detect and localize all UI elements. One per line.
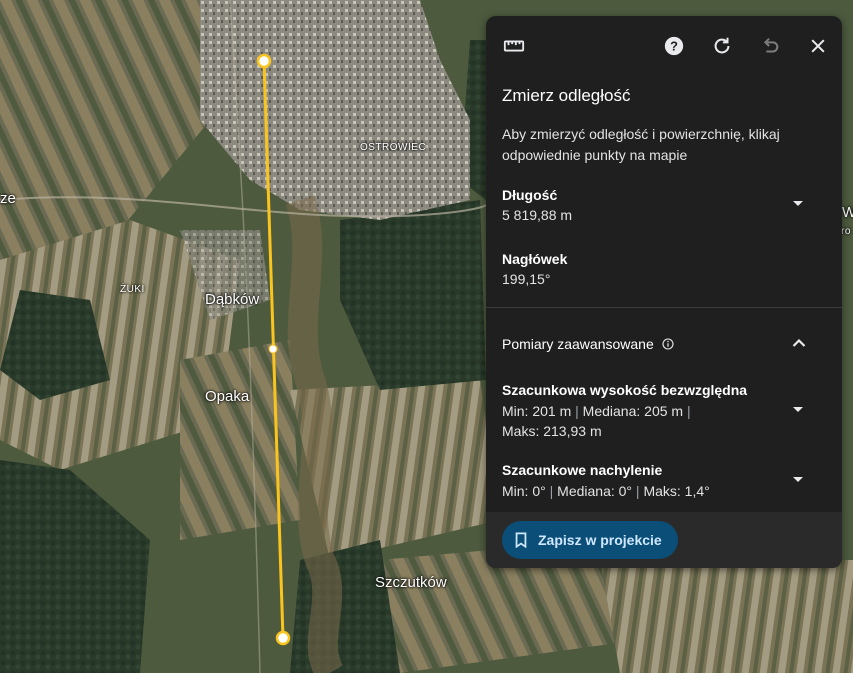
save-to-project-label: Zapisz w projekcie — [538, 532, 662, 548]
map-label-szczutkow: Szczutków — [375, 574, 447, 591]
separator: | — [549, 483, 554, 499]
separator: | — [575, 403, 579, 419]
measure-start-point[interactable] — [256, 53, 272, 69]
map-label-edge-left: ze — [0, 190, 16, 207]
caret-down-icon — [793, 407, 803, 412]
separator: | — [686, 403, 691, 419]
slope-max: Maks: 1,4° — [643, 483, 710, 499]
caret-down-icon — [793, 477, 803, 482]
slope-min: Min: 0° — [502, 483, 546, 499]
instructions-text: Aby zmierzyć odległość i powierzchnię, k… — [502, 126, 780, 163]
heading-label: Nagłówek — [502, 251, 568, 267]
svg-text:?: ? — [670, 39, 678, 54]
slope-units-dropdown[interactable] — [786, 468, 810, 492]
measure-end-point[interactable] — [275, 630, 291, 646]
length-label: Długość — [502, 187, 558, 203]
map-label-opaka: Opaka — [205, 388, 250, 405]
measure-distance-panel: ? Zmierz odległość Aby zmierzyć odległoś… — [486, 16, 842, 568]
map-label-zuki: ŻUKI — [120, 284, 145, 295]
elevation-stats: Min: 201 m | Mediana: 205 m | Maks: 213,… — [502, 401, 702, 441]
elevation-max: Maks: 213,93 m — [502, 423, 602, 439]
info-icon — [662, 338, 674, 350]
length-value: 5 819,88 m — [502, 207, 573, 223]
advanced-measurements-toggle[interactable]: Pomiary zaawansowane — [486, 326, 842, 362]
ruler-icon[interactable] — [500, 32, 528, 60]
heading-value: 199,15° — [502, 271, 551, 287]
chevron-up-icon — [792, 338, 806, 347]
elevation-units-dropdown[interactable] — [786, 398, 810, 422]
elevation-min: Min: 201 m — [502, 403, 572, 419]
elevation-median: Mediana: 205 m — [582, 403, 684, 419]
map-label-edge-right-ro: ro — [841, 226, 851, 237]
help-icon[interactable]: ? — [660, 32, 688, 60]
panel-title: Zmierz odległość — [502, 86, 631, 105]
undo-icon[interactable] — [756, 32, 784, 60]
advanced-measurements-label: Pomiary zaawansowane — [502, 336, 654, 352]
map-label-dabkow: Dąbków — [205, 291, 260, 308]
close-icon[interactable] — [804, 32, 832, 60]
length-units-dropdown[interactable] — [786, 192, 810, 216]
panel-divider — [486, 307, 842, 308]
map-label-ostrowiec: OSTROWIEC — [360, 142, 427, 153]
elevation-label: Szacunkowa wysokość bezwzględna — [502, 382, 748, 398]
panel-footer: Zapisz w projekcie — [486, 512, 842, 568]
slope-label: Szacunkowe nachylenie — [502, 462, 663, 478]
separator: | — [635, 483, 640, 499]
slope-median: Mediana: 0° — [557, 483, 633, 499]
bookmark-icon — [514, 532, 528, 548]
map-label-edge-right-w: W — [842, 204, 853, 221]
refresh-icon[interactable] — [708, 32, 736, 60]
measure-midpoint[interactable] — [268, 344, 278, 354]
save-to-project-button[interactable]: Zapisz w projekcie — [502, 521, 678, 559]
slope-stats: Min: 0° | Mediana: 0° | Maks: 1,4° — [502, 481, 762, 501]
caret-down-icon — [793, 201, 803, 206]
